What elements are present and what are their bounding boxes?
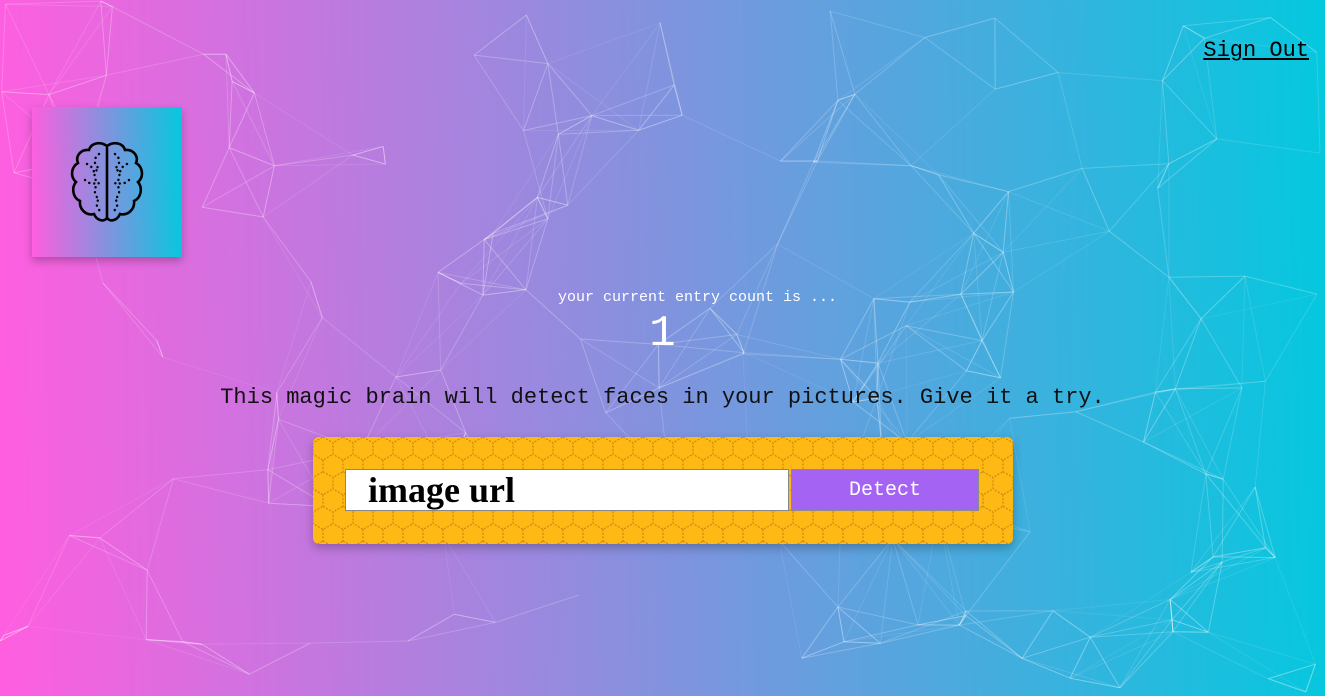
sign-out-link[interactable]: Sign Out (1203, 38, 1309, 63)
image-url-form: Detect (313, 437, 1013, 544)
top-nav: Sign Out (1203, 38, 1309, 63)
brain-icon (70, 141, 144, 222)
intro-text: This magic brain will detect faces in yo… (220, 385, 1105, 410)
entry-count-value: 1 (649, 309, 676, 359)
image-url-input[interactable] (345, 469, 789, 511)
logo-tile[interactable] (32, 107, 182, 257)
detect-button[interactable]: Detect (791, 469, 979, 511)
entry-count-label: your current entry count is ... (557, 289, 838, 306)
